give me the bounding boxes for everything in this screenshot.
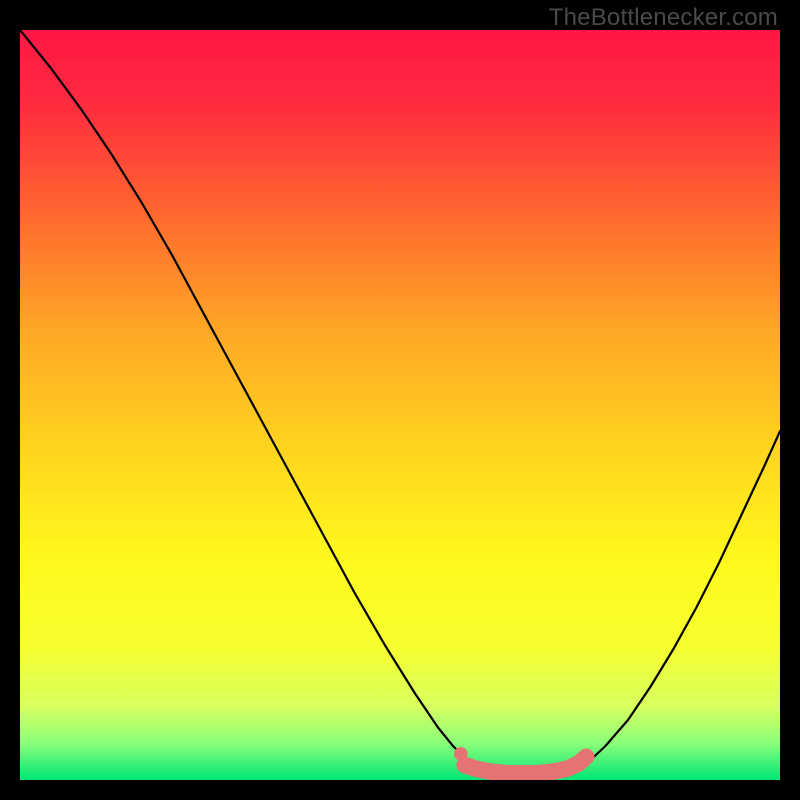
chart-frame (20, 30, 780, 780)
watermark-text: TheBottlenecker.com (549, 4, 778, 32)
bottleneck-chart (20, 30, 780, 780)
optimal-point-dot (454, 747, 468, 761)
